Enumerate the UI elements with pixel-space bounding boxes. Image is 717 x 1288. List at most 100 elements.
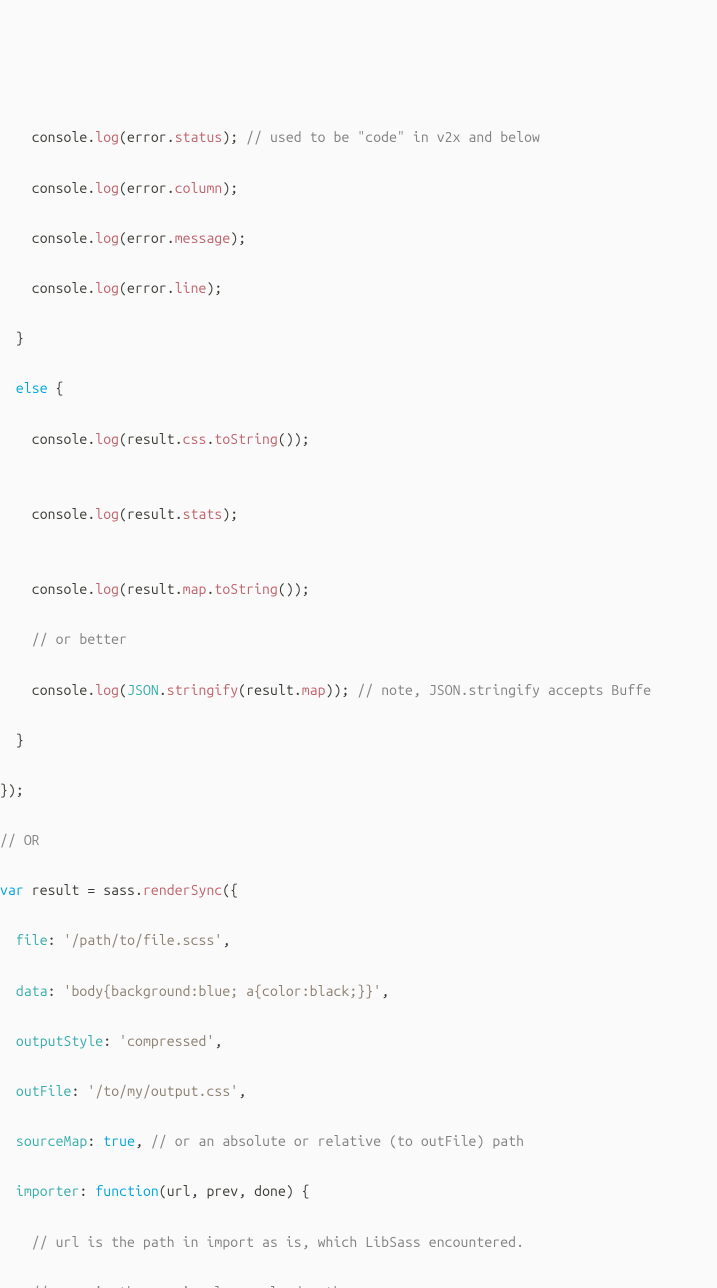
code-text: : [103,1033,119,1049]
code-text: (url, prev, done) { [159,1183,310,1199]
code-text [0,380,16,396]
keyword-function: function [95,1183,159,1199]
code-text [0,1083,16,1099]
code-text [0,1284,32,1288]
code-text: )); [326,682,358,698]
code-text: console. [0,682,95,698]
code-text: : [71,1083,87,1099]
code-text: , [238,1083,246,1099]
code-text: ); [230,230,246,246]
code-text: (error. [119,129,175,145]
code-line: console.log(error.message); [0,226,717,251]
code-line: console.log(error.column); [0,176,717,201]
code-text: console. [0,581,95,597]
property-name: map [183,581,207,597]
code-text: console. [0,180,95,196]
property-name: line [175,280,207,296]
code-text: (error. [119,180,175,196]
code-line: console.log(result.css.toString()); [0,427,717,452]
code-text: ({ [222,882,238,898]
code-text: ); [222,180,238,196]
code-line: console.log(JSON.stringify(result.map));… [0,678,717,703]
code-text: (error. [119,280,175,296]
object-key: outFile [16,1083,72,1099]
code-line: importer: function(url, prev, done) { [0,1179,717,1204]
code-text: console. [0,280,95,296]
code-text: , [135,1133,151,1149]
code-text: ); [222,129,246,145]
code-line: var result = sass.renderSync({ [0,878,717,903]
code-text [0,932,16,948]
code-line: file: '/path/to/file.scss', [0,928,717,953]
code-line: else { [0,376,717,401]
code-text: , [381,983,389,999]
comment: // url is the path in import as is, whic… [32,1234,524,1250]
code-text: console. [0,230,95,246]
keyword-var: var [0,882,24,898]
code-line: }); [0,778,717,803]
code-text: console. [0,506,95,522]
code-text: , [214,1033,222,1049]
code-text: ( [119,682,127,698]
method-name: log [95,506,119,522]
code-text [0,1033,16,1049]
method-name: log [95,581,119,597]
code-line: console.log(result.stats); [0,502,717,527]
code-text: ); [206,280,222,296]
string-literal: 'compressed' [119,1033,214,1049]
code-text: . [159,682,167,698]
code-text [0,631,32,647]
property-name: css [183,431,207,447]
property-name: map [302,682,326,698]
code-text: result = sass. [24,882,143,898]
code-text: { [48,380,64,396]
code-line: // OR [0,828,717,853]
code-line: // prev is the previously resolved path. [0,1280,717,1288]
comment: // OR [0,832,40,848]
string-literal: '/path/to/file.scss' [64,932,223,948]
code-line: console.log(error.line); [0,276,717,301]
object-key: sourceMap [16,1133,87,1149]
code-line: } [0,326,717,351]
object-key: outputStyle [16,1033,103,1049]
code-block: console.log(error.status); // used to be… [0,100,717,1288]
code-text: (error. [119,230,175,246]
string-literal: '/to/my/output.css' [87,1083,238,1099]
code-text: (result. [238,682,302,698]
code-line: // or better [0,627,717,652]
comment: // used to be "code" in v2x and below [246,129,540,145]
code-text: (result. [119,581,183,597]
code-text: console. [0,431,95,447]
code-line: data: 'body{background:blue; a{color:bla… [0,979,717,1004]
code-line: outFile: '/to/my/output.css', [0,1079,717,1104]
method-name: toString [214,581,278,597]
code-text: ); [222,506,238,522]
code-text [0,983,16,999]
code-text: } [0,732,24,748]
method-name: toString [214,431,278,447]
object-key: importer [16,1183,80,1199]
code-text [0,1183,16,1199]
string-literal: 'body{background:blue; a{color:black;}}' [64,983,382,999]
property-name: message [175,230,231,246]
code-text: console. [0,129,95,145]
method-name: log [95,431,119,447]
property-name: column [175,180,223,196]
code-line: console.log(error.status); // used to be… [0,125,717,150]
code-text: (result. [119,506,183,522]
object-key: data [16,983,48,999]
global-json: JSON [127,682,159,698]
method-name: renderSync [143,882,222,898]
comment: // or better [32,631,127,647]
code-text: } [0,330,24,346]
code-text [0,1133,16,1149]
property-name: status [175,129,223,145]
code-text: : [48,983,64,999]
code-text: ()); [278,431,310,447]
code-text: : [79,1183,95,1199]
code-text: ()); [278,581,310,597]
code-line: // url is the path in import as is, whic… [0,1230,717,1255]
code-text [0,1234,32,1250]
code-text: : [48,932,64,948]
method-name: log [95,280,119,296]
